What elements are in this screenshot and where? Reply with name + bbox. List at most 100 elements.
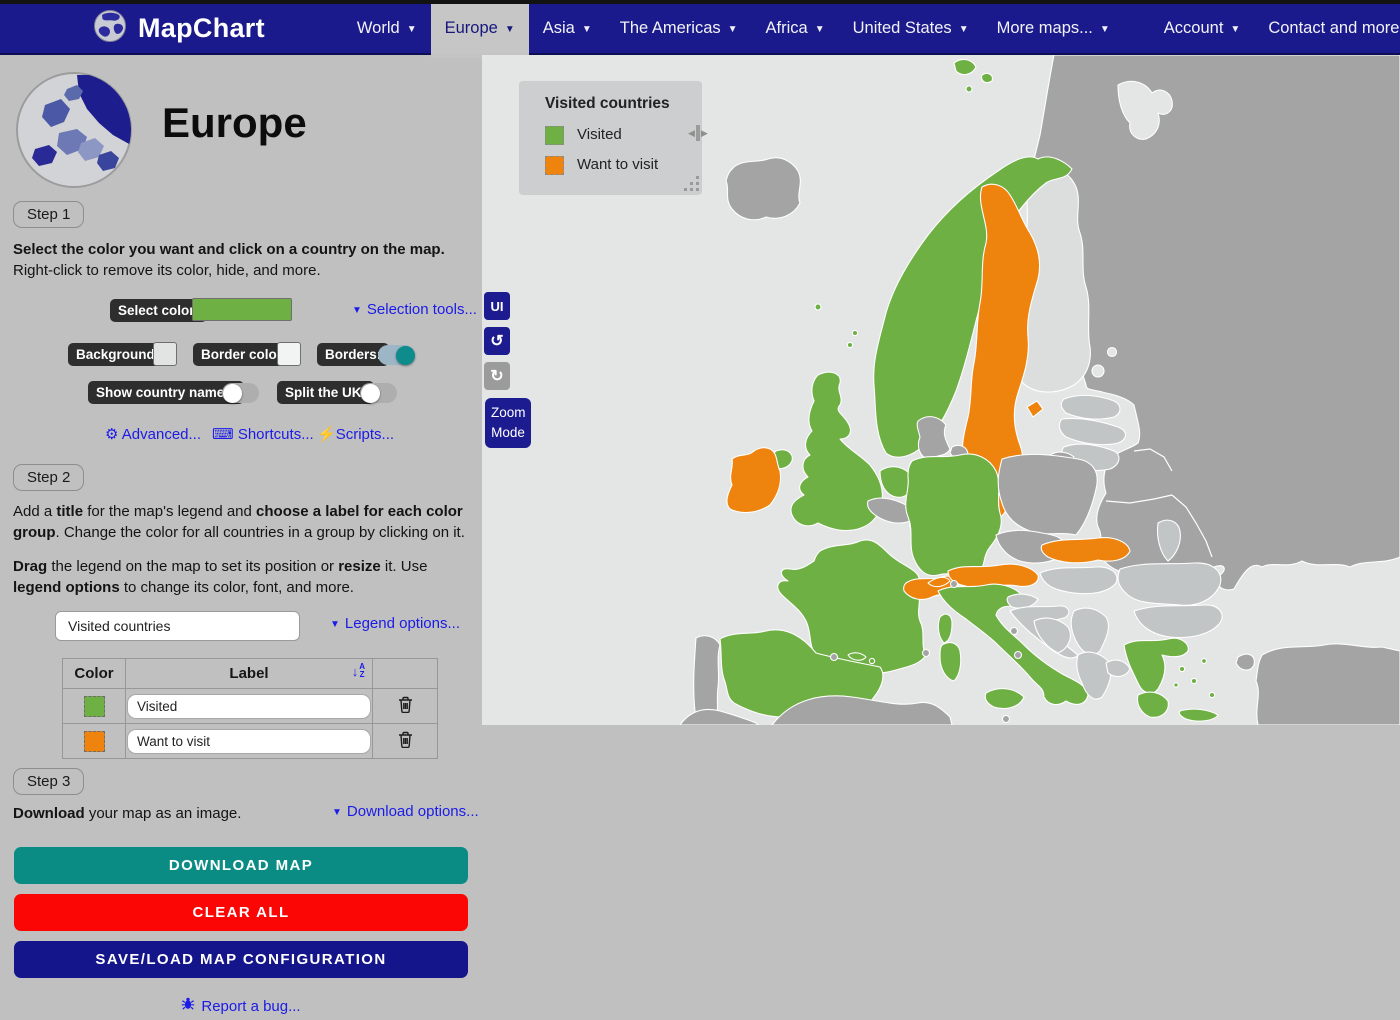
group-color-cell[interactable] (63, 724, 126, 759)
legend-resize-handle[interactable] (696, 188, 699, 191)
undo-icon: ↺ (490, 331, 503, 351)
group-label-input[interactable] (127, 694, 371, 719)
report-bug-link[interactable]: Report a bug... (201, 998, 300, 1015)
border-color-swatch[interactable] (277, 342, 301, 366)
step2-paragraph-1: Add a title for the map's legend and cho… (13, 501, 465, 543)
brand[interactable]: MapChart (93, 4, 265, 53)
chevron-down-icon: ▼ (959, 24, 969, 35)
group-color-swatch[interactable] (84, 696, 105, 717)
nav-item-account[interactable]: Account▼ (1150, 4, 1255, 53)
legend-options-link[interactable]: ▼Legend options... (330, 615, 460, 632)
table-row (63, 724, 438, 759)
country-liechtenstein[interactable] (951, 581, 958, 588)
page-title: Europe (162, 99, 307, 147)
step3-badge: Step 3 (13, 768, 84, 795)
svalbard[interactable] (982, 73, 993, 82)
legend-collapse-handle[interactable]: ◀▶ (688, 125, 708, 141)
triangle-down-icon: ▼ (332, 807, 342, 818)
globe-logo-icon (93, 9, 127, 48)
legend-label: Visited (577, 126, 622, 143)
legend-swatch[interactable] (545, 156, 564, 175)
orkney[interactable] (847, 342, 852, 347)
undo-button[interactable]: ↺ (484, 327, 510, 355)
group-delete-cell[interactable] (373, 689, 438, 724)
svalbard[interactable] (966, 86, 972, 92)
triangle-down-icon: ▼ (330, 619, 340, 630)
map-canvas[interactable]: Visited countries Visited Want to visit … (482, 55, 1400, 725)
group-delete-cell[interactable] (373, 724, 438, 759)
gear-icon: ⚙ (105, 426, 122, 443)
scripts-link[interactable]: ⚡Scripts... (317, 425, 394, 443)
toggle-knob (361, 384, 380, 403)
show-country-names-toggle[interactable] (222, 383, 259, 403)
nav-item-contact[interactable]: Contact and more...▼ (1254, 4, 1400, 53)
sort-az-icon[interactable]: ↓AZ (352, 663, 365, 679)
group-label-cell (126, 724, 373, 759)
country-san-marino[interactable] (1011, 628, 1018, 635)
background-color-swatch[interactable] (153, 342, 177, 366)
table-header-row: Color Label ↓AZ (63, 659, 438, 689)
aegean-island[interactable] (1179, 666, 1184, 671)
top-nav: MapChart World▼ Europe▼ Asia▼ The Americ… (0, 4, 1400, 55)
shortcuts-link[interactable]: ⌨ Shortcuts... (212, 425, 314, 443)
chevron-down-icon: ▼ (505, 24, 515, 35)
group-color-cell[interactable] (63, 689, 126, 724)
redo-button[interactable]: ↻ (484, 362, 510, 390)
balearic-islands[interactable] (869, 658, 874, 663)
ui-toggle-button[interactable]: UI (484, 292, 510, 320)
lake (1108, 348, 1117, 357)
chevron-down-icon: ▼ (815, 24, 825, 35)
country-portugal[interactable] (694, 636, 720, 719)
map-legend[interactable]: Visited countries Visited Want to visit (520, 82, 701, 194)
step3-text: Download your map as an image. (13, 803, 241, 824)
download-options-link[interactable]: ▼Download options... (332, 803, 479, 820)
trash-icon[interactable] (398, 700, 413, 717)
map-legend-title[interactable]: Visited countries (545, 95, 670, 113)
nav-item-africa[interactable]: Africa▼ (752, 4, 839, 53)
country-andorra[interactable] (831, 654, 838, 661)
nav-item-asia[interactable]: Asia▼ (529, 4, 606, 53)
nav-item-more-maps[interactable]: More maps...▼ (983, 4, 1124, 53)
selected-color-swatch[interactable] (192, 298, 292, 321)
nav-item-world[interactable]: World▼ (343, 4, 431, 53)
country-iceland[interactable] (726, 158, 800, 220)
download-map-button[interactable]: DOWNLOAD MAP (14, 847, 468, 884)
nav-items: World▼ Europe▼ Asia▼ The Americas▼ Afric… (343, 4, 1400, 53)
country-slovakia[interactable] (1041, 538, 1130, 563)
legend-title-input[interactable] (55, 611, 300, 641)
selection-tools-link[interactable]: ▼Selection tools... (352, 301, 477, 318)
aegean-island[interactable] (1174, 683, 1178, 687)
legend-swatch[interactable] (545, 126, 564, 145)
zoom-mode-button[interactable]: Zoom Mode (485, 398, 531, 448)
nav-item-americas[interactable]: The Americas▼ (606, 4, 752, 53)
trash-icon[interactable] (398, 735, 413, 752)
country-malta[interactable] (1003, 716, 1010, 723)
actions-column-header (373, 659, 438, 689)
step1-badge: Step 1 (13, 201, 84, 228)
aegean-island[interactable] (1191, 678, 1196, 683)
group-label-input[interactable] (127, 729, 371, 754)
country-vatican[interactable] (1015, 652, 1022, 659)
save-load-button[interactable]: SAVE/LOAD MAP CONFIGURATION (14, 941, 468, 978)
show-country-names-label: Show country names: (88, 381, 244, 404)
arrow-left-icon: ◀ (688, 128, 695, 139)
nav-item-europe[interactable]: Europe▼ (431, 4, 529, 53)
advanced-link[interactable]: ⚙ Advanced... (105, 425, 201, 443)
nav-item-united-states[interactable]: United States▼ (839, 4, 983, 53)
brand-name: MapChart (138, 13, 265, 44)
country-turkey[interactable] (1256, 644, 1400, 725)
borders-toggle[interactable] (378, 345, 415, 365)
arrow-right-icon: ▶ (701, 128, 708, 139)
split-uk-toggle[interactable] (360, 383, 397, 403)
country-romania[interactable] (1118, 563, 1221, 605)
clear-all-button[interactable]: CLEAR ALL (14, 894, 468, 931)
table-row (63, 689, 438, 724)
label-column-header[interactable]: Label ↓AZ (126, 659, 373, 689)
aegean-island[interactable] (1202, 659, 1207, 664)
bug-icon (181, 996, 195, 1016)
faroe-islands[interactable] (815, 304, 821, 310)
group-color-swatch[interactable] (84, 731, 105, 752)
shetland[interactable] (852, 330, 857, 335)
country-monaco[interactable] (923, 650, 930, 657)
aegean-island[interactable] (1209, 692, 1214, 697)
